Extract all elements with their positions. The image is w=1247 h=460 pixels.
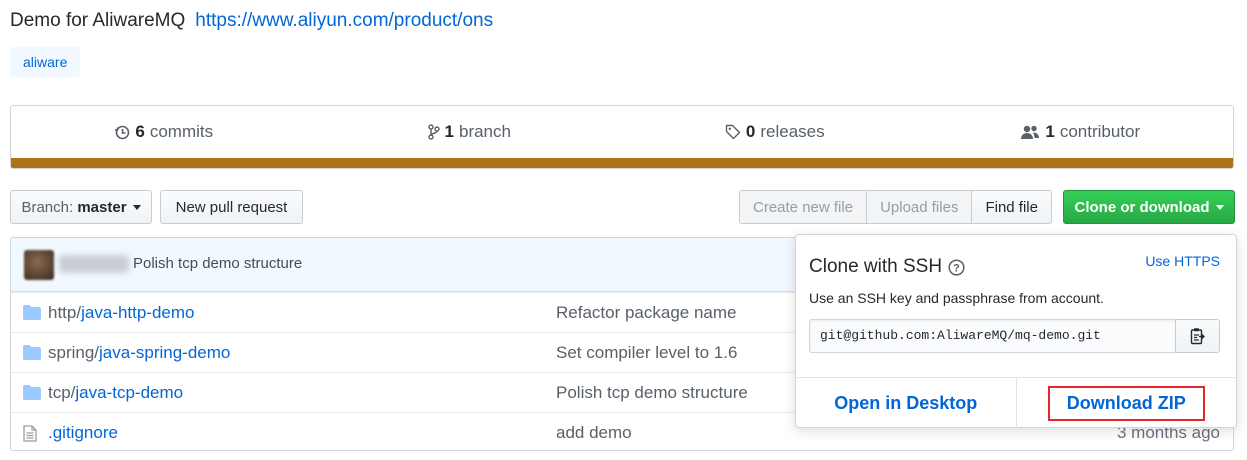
branches-count: 1 (444, 122, 454, 141)
repo-description-text: Demo for AliwareMQ (10, 10, 186, 31)
branches-stat[interactable]: 1 branch (317, 106, 623, 158)
releases-label: releases (760, 122, 825, 141)
folder-icon (23, 385, 41, 400)
create-new-file-button[interactable]: Create new file (739, 190, 868, 224)
clone-or-download-button[interactable]: Clone or download (1063, 190, 1235, 224)
download-zip-cell: Download ZIP (1015, 378, 1237, 428)
new-pull-request-button[interactable]: New pull request (160, 190, 303, 224)
clone-dropdown-title: Clone with SSH ? (809, 256, 965, 278)
releases-count: 0 (745, 122, 756, 141)
folder-icon (23, 345, 41, 360)
branches-label: branch (458, 122, 511, 141)
file-link[interactable]: java-tcp-demo (75, 383, 183, 402)
clone-or-download-label: Clone or download (1074, 198, 1210, 216)
file-link[interactable]: java-http-demo (81, 303, 194, 322)
file-commit-message[interactable]: add demo (556, 423, 632, 443)
branch-icon (427, 124, 440, 140)
clone-url-input[interactable]: git@github.com:AliwareMQ/mq-demo.git (809, 319, 1176, 353)
contributors-stat[interactable]: 1 contributor (928, 106, 1234, 158)
use-https-link[interactable]: Use HTTPS (1145, 253, 1220, 269)
file-name[interactable]: tcp/java-tcp-demo (48, 383, 183, 403)
topic-tag[interactable]: aliware (10, 47, 81, 77)
people-icon (1021, 125, 1040, 139)
clipboard-icon (1190, 328, 1205, 345)
branch-select-button[interactable]: Branch: master (10, 190, 152, 224)
clone-dropdown-footer: Open in Desktop Download ZIP (796, 377, 1236, 428)
branch-prefix: Branch: (21, 198, 74, 216)
upload-files-button[interactable]: Upload files (866, 190, 973, 224)
file-link[interactable]: java-spring-demo (99, 343, 230, 362)
caret-down-icon (1215, 204, 1224, 210)
file-path-prefix: tcp/ (48, 383, 76, 402)
latest-commit-message[interactable]: Polish tcp demo structure (133, 255, 302, 272)
branch-name: master (77, 198, 127, 216)
file-commit-message[interactable]: Polish tcp demo structure (556, 383, 748, 403)
svg-text:?: ? (953, 262, 960, 274)
contributors-count: 1 (1045, 122, 1055, 141)
commit-author-blurred[interactable] (59, 255, 129, 273)
file-path-prefix: http/ (48, 303, 82, 322)
history-icon (115, 125, 130, 140)
commits-label: commits (149, 122, 214, 141)
open-in-desktop-button[interactable]: Open in Desktop (796, 378, 1016, 428)
repo-homepage-link[interactable]: https://www.aliyun.com/product/ons (195, 10, 493, 31)
file-name[interactable]: spring/java-spring-demo (48, 343, 230, 363)
copy-to-clipboard-button[interactable] (1175, 319, 1220, 353)
file-commit-message[interactable]: Set compiler level to 1.6 (556, 343, 737, 363)
commits-stat[interactable]: 6 commits (11, 106, 317, 158)
clone-title-text: Clone with SSH (809, 256, 943, 277)
repo-summary: 6 commits 1 branch 0 releases 1 contribu… (10, 105, 1234, 169)
find-file-button[interactable]: Find file (971, 190, 1052, 224)
repo-description: Demo for AliwareMQ https://www.aliyun.com… (10, 10, 493, 32)
file-link[interactable]: .gitignore (48, 423, 118, 442)
contributors-label: contributor (1059, 122, 1141, 141)
file-name[interactable]: .gitignore (48, 423, 118, 443)
question-icon[interactable]: ? (948, 258, 965, 276)
file-actions-group: Create new file Upload files Find file (739, 190, 1052, 224)
caret-down-icon (132, 204, 141, 210)
avatar[interactable] (24, 250, 54, 280)
file-commit-message[interactable]: Refactor package name (556, 303, 737, 323)
clone-dropdown: Clone with SSH ? Use HTTPS Use an SSH ke… (795, 234, 1237, 428)
language-bar[interactable] (11, 158, 1233, 168)
folder-icon (23, 305, 41, 320)
tag-icon (725, 124, 741, 140)
file-name[interactable]: http/java-http-demo (48, 303, 194, 323)
commits-count: 6 (135, 122, 145, 141)
releases-stat[interactable]: 0 releases (622, 106, 928, 158)
clone-help-text: Use an SSH key and passphrase from accou… (809, 290, 1104, 306)
file-path-prefix: spring/ (48, 343, 100, 362)
download-zip-button[interactable]: Download ZIP (1047, 385, 1205, 421)
file-icon (23, 425, 37, 442)
